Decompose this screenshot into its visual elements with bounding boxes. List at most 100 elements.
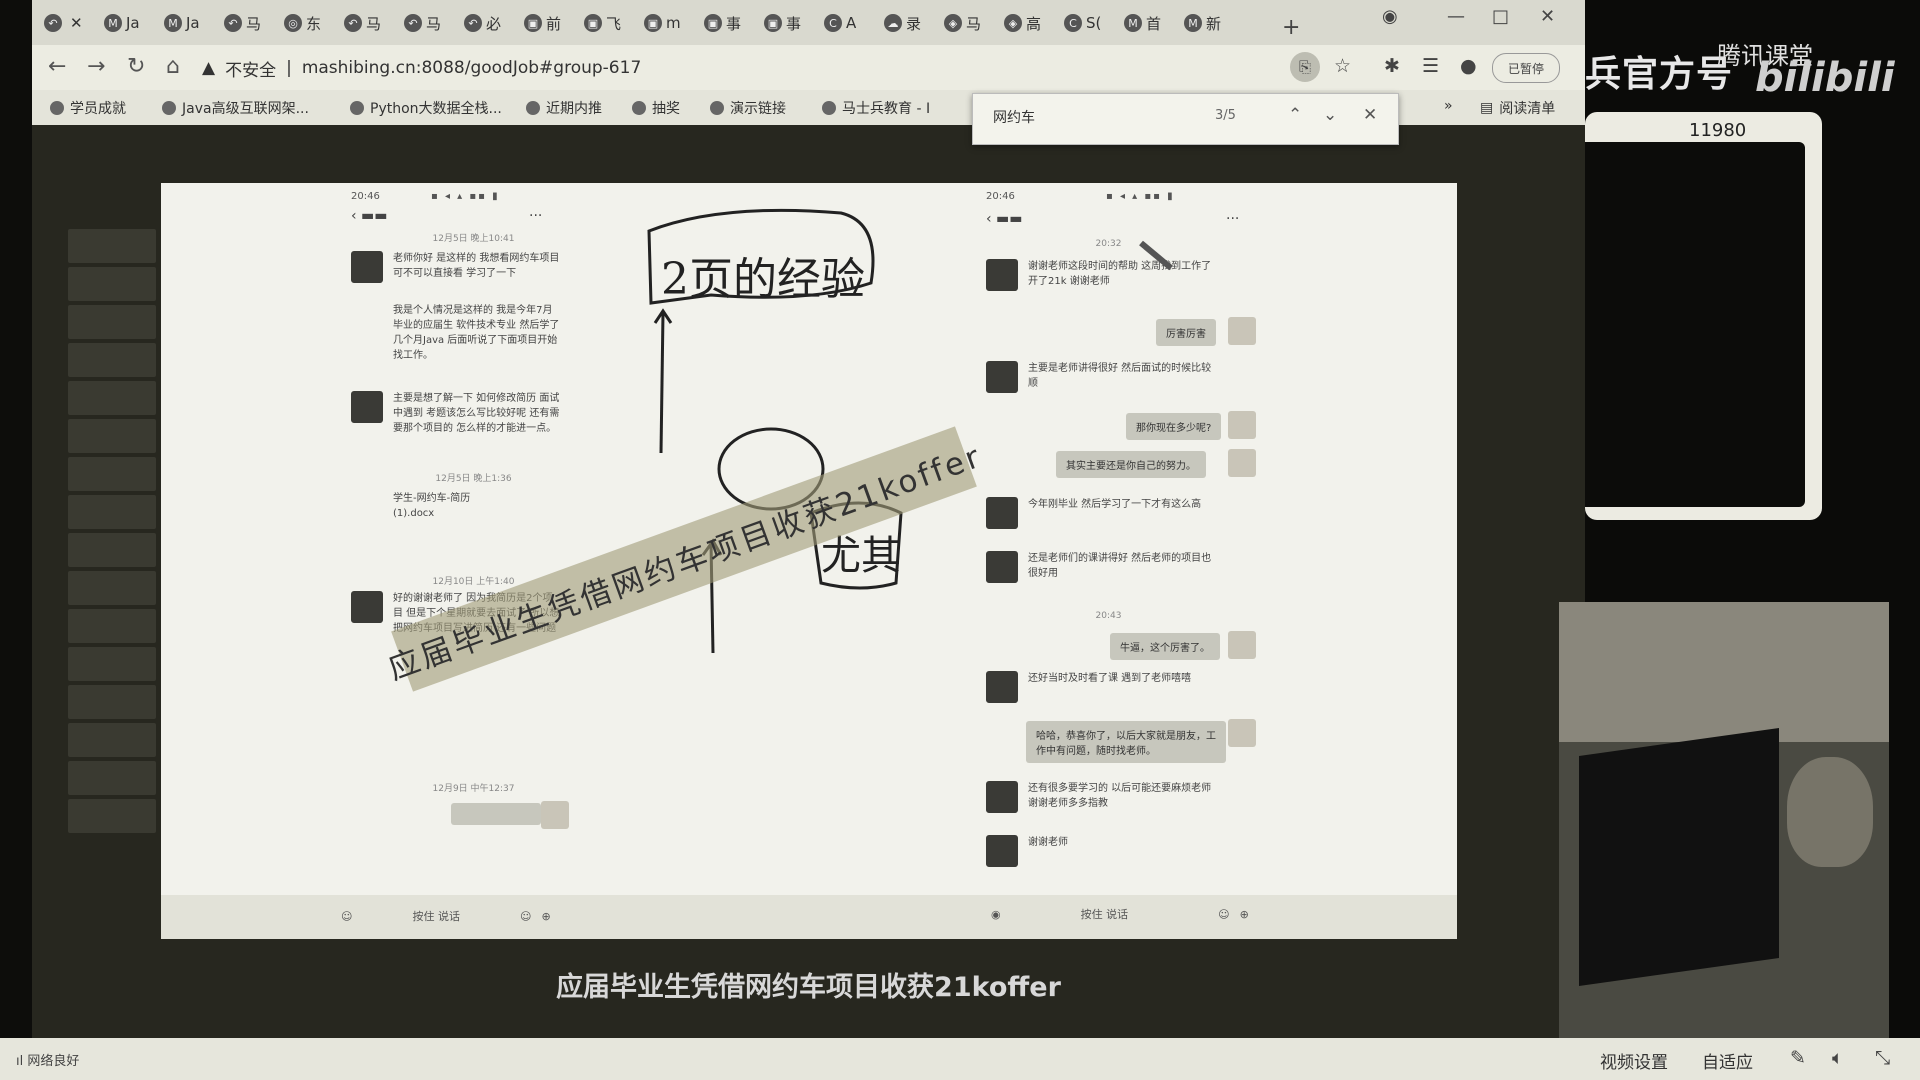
reading-list-button[interactable]: ▤ 阅读清单 <box>1480 98 1555 118</box>
find-close-icon[interactable]: ✕ <box>1363 105 1377 125</box>
browser-tab[interactable]: M首 <box>1124 8 1161 38</box>
adaptive-button[interactable]: 自适应 <box>1702 1048 1753 1073</box>
home-icon[interactable]: ⌂ <box>166 54 180 79</box>
emoji-icon[interactable]: ☺ <box>1218 908 1229 921</box>
extensions-icon[interactable]: ✱ <box>1384 55 1400 77</box>
browser-tab[interactable]: ↶ 马 <box>224 8 261 38</box>
browser-tab[interactable]: ↶ 马 <box>404 8 441 38</box>
fullscreen-icon[interactable]: ⤡ <box>1875 1047 1890 1069</box>
tab-close-icon[interactable]: ✕ <box>70 14 83 32</box>
browser-tab[interactable]: ↶ 必 <box>464 8 501 38</box>
left-input-bar[interactable]: ☺ 按住 说话 ☺ ⊕ <box>341 903 551 929</box>
voice-icon[interactable]: ◉ <box>991 908 1001 921</box>
minimize-icon[interactable]: — <box>1447 6 1465 27</box>
tv-icon: ▣ <box>584 14 602 32</box>
bookmark-item[interactable]: 近期内推 <box>526 98 602 118</box>
bookmark-item[interactable]: Python大数据全栈... <box>350 98 502 118</box>
sidebar-item[interactable] <box>68 419 156 453</box>
tab-title: 马 <box>366 14 382 33</box>
voice-input-label[interactable]: 按住 说话 <box>1081 906 1129 922</box>
video-settings-button[interactable]: 视频设置 <box>1600 1048 1668 1073</box>
back-icon[interactable]: ← <box>48 54 66 79</box>
browser-tab[interactable]: ▣ m <box>644 8 681 38</box>
reading-mode-icon[interactable]: ☰ <box>1422 55 1439 77</box>
bookmark-label: 演示链接 <box>730 101 786 117</box>
arrow-up <box>659 312 665 454</box>
sidebar-item[interactable] <box>68 305 156 339</box>
sidebar-item[interactable] <box>68 381 156 415</box>
emoji-icon[interactable]: ☺ <box>341 910 352 923</box>
security-label: 不安全 <box>225 60 277 81</box>
find-prev-icon[interactable]: ⌃ <box>1288 105 1302 125</box>
volume-icon[interactable]: 🔈︎ <box>1832 1047 1843 1069</box>
right-input-bar[interactable]: ◉ 按住 说话 ☺ ⊕ <box>991 901 1249 927</box>
browser-tab[interactable]: ▣ 飞 <box>584 8 621 38</box>
sidebar-item[interactable] <box>68 495 156 529</box>
sidebar-item[interactable] <box>68 229 156 263</box>
bilibili-logo: bilibili <box>1755 55 1895 101</box>
bookmark-icon <box>162 101 176 115</box>
plus-icon[interactable]: ⊕ <box>541 910 550 923</box>
maximize-icon[interactable]: □ <box>1492 6 1509 27</box>
forward-icon[interactable]: → <box>87 54 105 79</box>
tab-title: A <box>846 14 857 32</box>
more-bookmarks-icon[interactable]: » <box>1444 98 1453 114</box>
tv-icon: ▣ <box>764 14 782 32</box>
tab-title: 东 <box>306 14 322 33</box>
mic-muted-icon[interactable]: ✎ <box>1790 1047 1806 1069</box>
sidebar-item[interactable] <box>68 533 156 567</box>
warning-icon: ▲ <box>202 58 216 78</box>
sidebar-item[interactable] <box>68 343 156 377</box>
browser-tab[interactable]: ◈ 马 <box>944 8 981 38</box>
browser-tab[interactable]: ↶ 马 <box>344 8 381 38</box>
browser-tab[interactable]: ▣ 事 <box>704 8 741 38</box>
arrow-icon: ↶ <box>464 14 482 32</box>
profile-button[interactable]: 已暂停 <box>1492 53 1560 83</box>
c-icon: C <box>824 14 842 32</box>
shield-icon: ◈ <box>944 14 962 32</box>
url-field[interactable]: ▲ 不安全 | mashibing.cn:8088/goodJob#group-… <box>202 52 1312 84</box>
url-text: mashibing.cn:8088/goodJob#group-617 <box>301 58 642 78</box>
pen-icon <box>1139 240 1173 271</box>
browser-tab[interactable]: ☁ 录 <box>884 8 921 38</box>
url-separator: | <box>286 58 292 78</box>
browser-tab[interactable]: ▣ 事 <box>764 8 801 38</box>
sidebar-item[interactable] <box>68 685 156 719</box>
translate-icon[interactable]: ⎘ <box>1290 52 1320 82</box>
find-input[interactable]: 网约车 <box>993 107 1035 127</box>
sidebar-item[interactable] <box>68 647 156 681</box>
sidebar-item[interactable] <box>68 457 156 491</box>
browser-tab[interactable]: M Ja <box>164 8 200 38</box>
bookmark-item[interactable]: 抽奖 <box>632 98 680 118</box>
browser-tab[interactable]: ◈ 高 <box>1004 8 1041 38</box>
sidebar-item[interactable] <box>68 761 156 795</box>
bookmark-item[interactable]: Java高级互联网架... <box>162 98 309 118</box>
browser-tab[interactable]: ↶ ✕ <box>44 8 83 38</box>
browser-tab[interactable]: C S( <box>1064 8 1101 38</box>
sidebar-item[interactable] <box>68 571 156 605</box>
new-tab-button[interactable]: + <box>1282 12 1300 42</box>
sidebar-item[interactable] <box>68 723 156 757</box>
star-icon[interactable]: ☆ <box>1334 55 1351 77</box>
close-window-icon[interactable]: ✕ <box>1540 6 1555 27</box>
plus-icon[interactable]: ⊕ <box>1240 908 1249 921</box>
browser-tab[interactable]: M Ja <box>104 8 140 38</box>
sidebar-item[interactable] <box>68 799 156 833</box>
reload-icon[interactable]: ↻ <box>127 54 145 79</box>
bookmark-item[interactable]: 演示链接 <box>710 98 786 118</box>
browser-tab[interactable]: ▣ 前 <box>524 8 561 38</box>
browser-tab[interactable]: ◎ 东 <box>284 8 321 38</box>
sidebar-item[interactable] <box>68 267 156 301</box>
bookmark-item[interactable]: 马士兵教育 - I <box>822 98 930 118</box>
voice-input-label[interactable]: 按住 说话 <box>412 908 460 924</box>
tv-icon: ▣ <box>644 14 662 32</box>
sidebar-item[interactable] <box>68 609 156 643</box>
bookmark-item[interactable]: 学员成就 <box>50 98 126 118</box>
webcam-feed <box>1559 602 1889 1038</box>
find-next-icon[interactable]: ⌄ <box>1323 105 1337 125</box>
browser-tab[interactable]: M新 <box>1184 8 1221 38</box>
account-icon[interactable]: ● <box>1460 55 1477 77</box>
browser-tab[interactable]: CA <box>824 8 856 38</box>
profile-icon[interactable]: ◉ <box>1382 6 1398 27</box>
emoji-icon[interactable]: ☺ <box>520 910 531 923</box>
